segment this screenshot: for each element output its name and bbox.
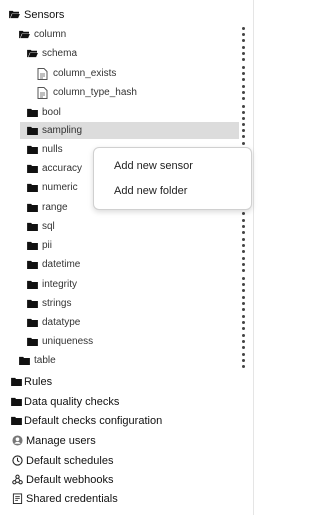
tree-item-folder-selected[interactable]: sampling bbox=[0, 121, 253, 140]
more-options-icon[interactable] bbox=[241, 123, 245, 138]
tree-item-label: bool bbox=[42, 107, 61, 118]
context-menu: Add new sensor Add new folder bbox=[93, 147, 252, 210]
folder-icon bbox=[27, 337, 38, 346]
folder-icon bbox=[11, 377, 22, 386]
more-options-icon[interactable] bbox=[241, 219, 245, 234]
tree-item-label: uniqueness bbox=[42, 336, 94, 347]
credentials-icon bbox=[12, 493, 23, 504]
folder-icon bbox=[27, 126, 38, 135]
tree-item-folder[interactable]: bool bbox=[0, 103, 253, 122]
document-icon bbox=[37, 86, 48, 99]
tree-item-table[interactable]: table bbox=[0, 351, 253, 370]
section-label: Default webhooks bbox=[26, 473, 114, 486]
tree-item-folder[interactable]: uniqueness bbox=[0, 332, 253, 351]
section-label: Default schedules bbox=[26, 454, 114, 467]
tree-item-label: column_type_hash bbox=[53, 87, 137, 98]
tree-item-folder[interactable]: strings bbox=[0, 294, 253, 313]
tree-item-label: schema bbox=[42, 48, 78, 59]
section-default-webhooks[interactable]: Default webhooks bbox=[0, 470, 253, 489]
folder-icon bbox=[27, 164, 38, 173]
add-new-sensor-menu-item[interactable]: Add new sensor bbox=[114, 160, 193, 172]
section-label: Data quality checks bbox=[24, 395, 120, 408]
more-options-icon[interactable] bbox=[241, 257, 245, 272]
folder-icon bbox=[27, 145, 38, 154]
folder-icon bbox=[27, 299, 38, 308]
tree-item-label: sampling bbox=[42, 125, 83, 136]
section-data-quality-checks[interactable]: Data quality checks bbox=[0, 392, 253, 411]
section-default-checks-configuration[interactable]: Default checks configuration bbox=[0, 411, 253, 430]
more-options-icon[interactable] bbox=[241, 238, 245, 253]
folder-icon bbox=[27, 280, 38, 289]
tree-item-folder[interactable]: datatype bbox=[0, 313, 253, 332]
folder-icon bbox=[19, 356, 30, 365]
more-options-icon[interactable] bbox=[241, 105, 245, 120]
tree-item-folder[interactable]: sql bbox=[0, 217, 253, 236]
tree-item-label: accuracy bbox=[42, 163, 83, 174]
section-default-schedules[interactable]: Default schedules bbox=[0, 451, 253, 470]
folder-icon bbox=[27, 108, 38, 117]
tree-item-label: column bbox=[34, 29, 67, 40]
tree-item-label: pii bbox=[42, 240, 53, 251]
clock-icon bbox=[12, 455, 23, 466]
tree-item-label: datetime bbox=[42, 259, 81, 270]
folder-icon bbox=[11, 397, 22, 406]
section-label: Default checks configuration bbox=[24, 414, 163, 427]
tree-item-column[interactable]: column bbox=[0, 25, 253, 44]
section-label: Rules bbox=[24, 375, 53, 388]
folder-icon bbox=[27, 260, 38, 269]
section-manage-users[interactable]: Manage users bbox=[0, 431, 253, 450]
webhook-icon bbox=[12, 474, 23, 485]
folder-open-icon bbox=[9, 10, 20, 19]
section-label: Manage users bbox=[26, 434, 96, 447]
tree-item-label: range bbox=[42, 202, 68, 213]
tree-item-label: nulls bbox=[42, 144, 63, 155]
section-label: Shared credentials bbox=[26, 492, 118, 505]
sidebar-tree: Sensors column schema column_exists colu… bbox=[0, 0, 254, 515]
add-new-folder-menu-item[interactable]: Add new folder bbox=[114, 185, 187, 197]
tree-item-label: numeric bbox=[42, 182, 78, 193]
section-rules[interactable]: Rules bbox=[0, 372, 253, 391]
more-options-icon[interactable] bbox=[241, 334, 245, 349]
tree-item-folder[interactable]: datetime bbox=[0, 255, 253, 274]
section-shared-credentials[interactable]: Shared credentials bbox=[0, 489, 253, 508]
more-options-icon[interactable] bbox=[241, 46, 245, 61]
folder-icon bbox=[27, 318, 38, 327]
tree-item-label: sql bbox=[42, 221, 55, 232]
tree-item-label: strings bbox=[42, 298, 72, 309]
tree-item-label: Sensors bbox=[24, 8, 65, 21]
more-options-icon[interactable] bbox=[241, 296, 245, 311]
more-options-icon[interactable] bbox=[241, 27, 245, 42]
tree-item-file[interactable]: column_type_hash bbox=[0, 83, 253, 102]
folder-open-icon bbox=[19, 30, 30, 39]
folder-icon bbox=[27, 241, 38, 250]
user-icon bbox=[12, 435, 23, 446]
folder-icon bbox=[27, 222, 38, 231]
tree-item-sensors[interactable]: Sensors bbox=[0, 5, 253, 24]
tree-item-file[interactable]: column_exists bbox=[0, 64, 253, 83]
folder-icon bbox=[11, 416, 22, 425]
document-icon bbox=[37, 67, 48, 80]
tree-item-label: datatype bbox=[42, 317, 81, 328]
tree-item-folder[interactable]: pii bbox=[0, 236, 253, 255]
folder-open-icon bbox=[27, 49, 38, 58]
more-options-icon[interactable] bbox=[241, 353, 245, 368]
more-options-icon[interactable] bbox=[241, 85, 245, 100]
tree-item-folder[interactable]: integrity bbox=[0, 275, 253, 294]
tree-item-label: column_exists bbox=[53, 68, 117, 79]
folder-icon bbox=[27, 203, 38, 212]
more-options-icon[interactable] bbox=[241, 277, 245, 292]
tree-item-label: integrity bbox=[42, 279, 78, 290]
folder-icon bbox=[27, 183, 38, 192]
tree-item-schema[interactable]: schema bbox=[0, 44, 253, 63]
more-options-icon[interactable] bbox=[241, 66, 245, 81]
tree-item-label: table bbox=[34, 355, 56, 366]
more-options-icon[interactable] bbox=[241, 315, 245, 330]
